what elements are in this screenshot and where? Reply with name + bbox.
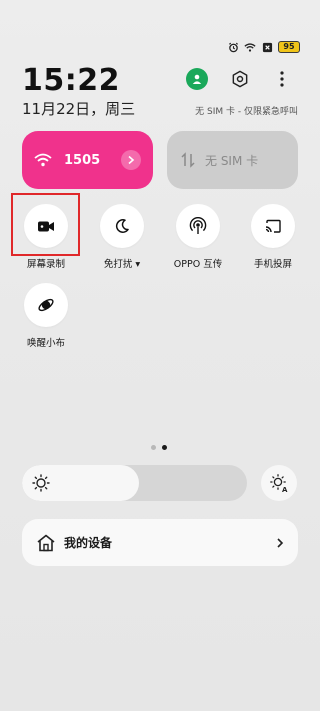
wifi-details-button[interactable]: [121, 150, 141, 170]
page-indicator-1[interactable]: [151, 445, 156, 450]
alarm-icon: [227, 41, 239, 53]
toggle-screen-cast[interactable]: 手机投屏: [243, 204, 303, 270]
my-devices-row[interactable]: 我的设备: [22, 519, 298, 566]
chevron-right-icon: [128, 155, 135, 165]
cast-icon: [265, 219, 281, 233]
sun-icon: [32, 474, 50, 492]
wifi-network-name: 1505: [64, 152, 101, 168]
highlight-box: [11, 193, 80, 256]
user-icon: [192, 74, 202, 84]
no-sim-icon: [261, 41, 273, 53]
gear-icon: [232, 70, 248, 88]
share-signal-icon: [189, 217, 207, 234]
brightness-slider[interactable]: [22, 465, 247, 501]
do-not-disturb-button[interactable]: [100, 204, 144, 248]
sim-tile-label: 无 SIM 卡: [205, 153, 259, 168]
oppo-share-button[interactable]: [176, 204, 220, 248]
wake-breeno-button[interactable]: [24, 283, 68, 327]
user-avatar-button[interactable]: [186, 68, 208, 90]
screen-cast-button[interactable]: [251, 204, 295, 248]
more-vertical-icon: [280, 71, 284, 87]
sim-status-text: 无 SIM 卡 - 仅限紧急呼叫: [195, 107, 298, 117]
settings-button[interactable]: [229, 68, 251, 90]
battery-level: 95: [283, 42, 295, 51]
svg-text:A: A: [282, 486, 288, 493]
wifi-icon: [34, 153, 52, 167]
auto-brightness-icon: A: [270, 474, 288, 493]
mobile-data-tile[interactable]: 无 SIM 卡: [167, 131, 298, 189]
wifi-tile[interactable]: 1505: [22, 131, 153, 189]
toggle-oppo-share[interactable]: OPPO 互传: [168, 204, 228, 270]
breeno-icon: [38, 298, 54, 312]
wifi-icon: [244, 41, 256, 53]
moon-icon: [115, 219, 129, 233]
clock-time[interactable]: 15:22: [22, 63, 120, 98]
chevron-right-icon: [277, 537, 284, 548]
toggle-do-not-disturb[interactable]: 免打扰 ▾: [92, 204, 152, 270]
page-indicator-2[interactable]: [162, 445, 167, 450]
more-options-button[interactable]: [272, 68, 292, 90]
auto-brightness-button[interactable]: A: [261, 465, 297, 501]
toggle-label: 屏幕录制: [26, 259, 65, 270]
toggle-label: OPPO 互传: [173, 259, 223, 270]
status-bar: 95: [227, 40, 300, 54]
toggle-label: 手机投屏: [253, 259, 292, 270]
toggle-wake-breeno[interactable]: 唤醒小布: [16, 283, 76, 349]
date-label[interactable]: 11月22日，周三: [22, 98, 135, 119]
my-devices-label: 我的设备: [64, 536, 113, 550]
home-icon: [37, 534, 55, 551]
toggle-label: 免打扰 ▾: [103, 259, 141, 270]
mobile-data-icon: [181, 152, 195, 168]
battery-icon: 95: [278, 41, 300, 53]
toggle-label: 唤醒小布: [26, 338, 65, 349]
